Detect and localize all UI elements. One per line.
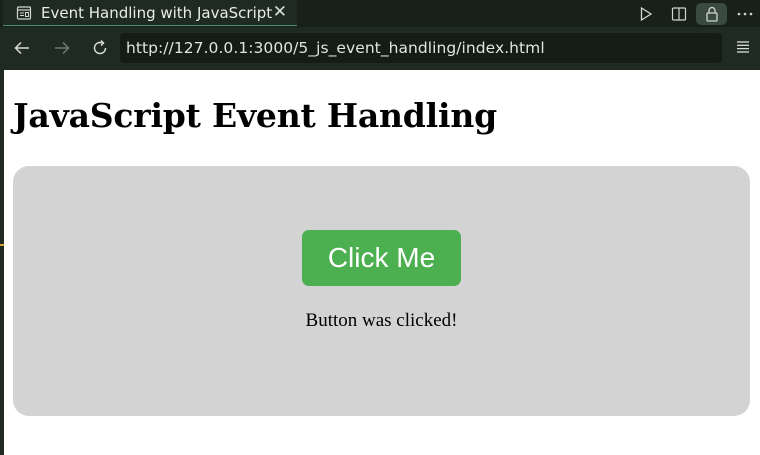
status-message: Button was clicked! bbox=[305, 310, 458, 331]
run-icon[interactable] bbox=[630, 3, 661, 25]
browser-tab[interactable]: Event Handling with JavaScript ✕ bbox=[3, 0, 297, 26]
lock-icon[interactable] bbox=[696, 2, 727, 25]
page-icon bbox=[16, 5, 32, 21]
tab-title: Event Handling with JavaScript bbox=[41, 3, 273, 22]
more-icon[interactable] bbox=[729, 3, 760, 25]
close-icon[interactable]: ✕ bbox=[273, 4, 287, 21]
reload-icon[interactable] bbox=[89, 37, 111, 59]
tab-actions bbox=[628, 0, 760, 27]
split-editor-icon[interactable] bbox=[663, 3, 694, 25]
back-icon[interactable] bbox=[11, 37, 33, 59]
tab-bar: Event Handling with JavaScript ✕ bbox=[0, 0, 760, 27]
click-me-button[interactable]: Click Me bbox=[302, 230, 461, 286]
menu-icon[interactable] bbox=[736, 39, 750, 58]
address-bar[interactable]: http://127.0.0.1:3000/5_js_event_handlin… bbox=[120, 33, 722, 63]
page-viewport: JavaScript Event Handling Click Me Butto… bbox=[4, 70, 760, 455]
page-heading: JavaScript Event Handling bbox=[13, 96, 498, 135]
content-card: Click Me Button was clicked! bbox=[13, 166, 750, 416]
navigation-bar: http://127.0.0.1:3000/5_js_event_handlin… bbox=[0, 27, 760, 69]
forward-icon[interactable] bbox=[51, 37, 73, 59]
